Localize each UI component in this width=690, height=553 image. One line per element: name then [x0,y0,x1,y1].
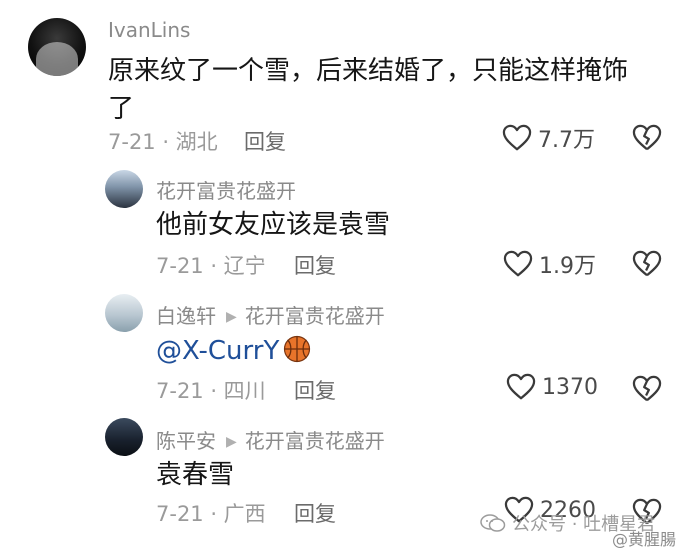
comment-text: 袁春雪 [156,460,235,490]
reply-button[interactable]: 回复 [294,375,336,405]
avatar[interactable] [105,170,143,208]
reply-author[interactable]: 陈平安 [156,429,216,453]
heart-outline-icon [502,124,532,151]
reply-button[interactable]: 回复 [294,250,336,280]
broken-heart-icon [632,250,662,277]
comment-username[interactable]: 花开富贵花盛开 [156,175,296,204]
like-count: 1370 [542,374,598,400]
comment-text-line: 原来纹了一个雪，后来结婚了，只能这样掩饰 [108,56,629,86]
reply-button[interactable]: 回复 [244,126,286,156]
comment-meta: 7-21 · 四川 [156,379,266,403]
weibo-watermark: @黄腥腸 [612,530,677,549]
comment-meta: 7-21 · 湖北 [108,130,218,154]
like-button[interactable]: 1.9万 [503,248,596,280]
dislike-button[interactable] [632,250,662,282]
comment-text: @X-CurrY [156,332,311,370]
like-button[interactable]: 7.7万 [502,122,595,154]
reply-button[interactable]: 回复 [294,498,336,528]
reply-target[interactable]: 花开富贵花盛开 [245,429,385,453]
comment-text: 他前女友应该是袁雪 [156,210,391,240]
mention-link[interactable]: @X-CurrY [156,336,279,366]
reply-target[interactable]: 花开富贵花盛开 [245,304,385,328]
comment-meta: 7-21 · 辽宁 [156,254,266,278]
triangle-right-icon: ▶ [226,309,237,325]
avatar[interactable] [28,18,86,76]
broken-heart-icon [632,375,662,402]
comment-username[interactable]: IvanLins [108,18,190,42]
comment-username: 白逸轩 ▶ 花开富贵花盛开 [156,300,385,329]
dislike-button[interactable] [632,375,662,407]
like-count: 1.9万 [539,254,596,279]
like-count: 7.7万 [538,128,595,153]
wechat-icon [480,514,506,532]
avatar[interactable] [105,418,143,456]
comment-text: 原来纹了一个雪，后来结婚了，只能这样掩饰 了 [108,52,628,128]
comment-meta: 7-21 · 广西 [156,502,266,526]
broken-heart-icon [632,124,662,151]
like-button[interactable]: 1370 [506,373,598,401]
comment-username: 陈平安 ▶ 花开富贵花盛开 [156,425,385,454]
heart-outline-icon [506,373,536,400]
triangle-right-icon: ▶ [226,434,237,450]
avatar[interactable] [105,294,143,332]
dislike-button[interactable] [632,124,662,156]
reply-author[interactable]: 白逸轩 [156,304,216,328]
basketball-icon [283,335,311,363]
heart-outline-icon [503,250,533,277]
